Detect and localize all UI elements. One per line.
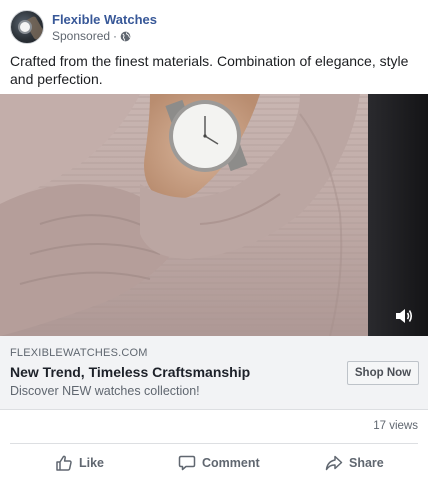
video-frame — [0, 94, 428, 336]
like-button[interactable]: Like — [55, 454, 104, 472]
video-player[interactable] — [0, 94, 428, 336]
comment-button[interactable]: Comment — [178, 454, 260, 472]
page-avatar[interactable] — [10, 10, 44, 44]
share-arrow-icon — [325, 455, 343, 471]
post-caption: Crafted from the finest materials. Combi… — [10, 53, 409, 87]
globe-icon[interactable] — [120, 31, 131, 42]
shop-now-button[interactable]: Shop Now — [347, 361, 419, 385]
share-button[interactable]: Share — [325, 454, 384, 472]
ad-domain: FLEXIBLEWATCHES.COM — [10, 347, 148, 359]
page-name-link[interactable]: Flexible Watches — [52, 12, 157, 27]
post-actions: Like Comment Share — [0, 446, 428, 480]
comment-label: Comment — [202, 456, 260, 470]
sound-icon[interactable] — [394, 306, 414, 326]
ad-headline[interactable]: New Trend, Timeless Craftsmanship — [10, 364, 250, 380]
meta-separator: · — [113, 29, 118, 43]
sponsored-label[interactable]: Sponsored — [52, 29, 110, 43]
like-label: Like — [79, 456, 105, 470]
share-label: Share — [349, 456, 384, 470]
post-meta: Sponsored · — [52, 29, 131, 43]
actions-divider — [10, 443, 418, 444]
view-count[interactable]: 17 views — [373, 420, 418, 432]
thumbs-up-icon — [56, 455, 72, 471]
comment-bubble-icon — [178, 455, 196, 471]
post-header: Flexible Watches Sponsored · — [0, 0, 428, 50]
ad-description: Discover NEW watches collection! — [10, 384, 200, 398]
